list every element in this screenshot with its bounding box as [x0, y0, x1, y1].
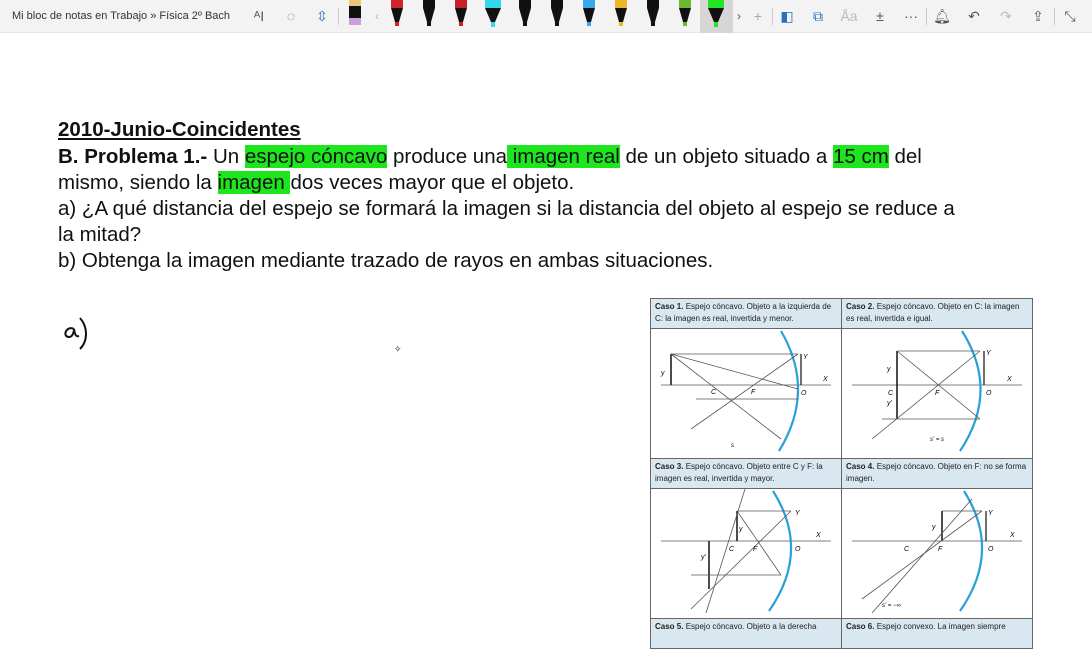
pen-3[interactable]	[419, 0, 439, 30]
svg-text:y: y	[738, 526, 743, 533]
text: de un objeto situado a	[619, 145, 833, 168]
lasso-select-icon[interactable]: ◌	[279, 5, 303, 27]
case-3-diagram: y y' Y X C F O	[650, 488, 842, 619]
svg-text:y': y'	[886, 400, 893, 407]
svg-text:X: X	[815, 532, 821, 539]
svg-text:Y: Y	[803, 354, 809, 361]
svg-text:y': y'	[700, 554, 707, 561]
svg-text:s' = s: s' = s	[930, 437, 944, 443]
pen-6[interactable]	[515, 0, 535, 30]
svg-text:F: F	[938, 546, 943, 553]
ink-to-shape-icon[interactable]: ◧	[775, 5, 799, 27]
highlight: imagen	[217, 171, 291, 194]
case-4-caption: Caso 4. Espejo cóncavo. Objeto en F: no …	[841, 458, 1033, 489]
svg-text:O: O	[988, 546, 994, 553]
pen-7[interactable]	[547, 0, 567, 30]
svg-text:C: C	[888, 390, 894, 397]
add-space-icon[interactable]: ⇳	[310, 5, 334, 27]
svg-text:s' = −∞: s' = −∞	[882, 603, 901, 609]
svg-text:O: O	[986, 390, 992, 397]
share-icon[interactable]: ⇪	[1026, 5, 1050, 27]
highlight: imagen real	[507, 145, 620, 168]
note-title: 2010-Junio-Coincidentes	[58, 118, 301, 141]
svg-text:F: F	[753, 546, 758, 553]
pen-4[interactable]	[451, 0, 471, 30]
text: dos veces mayor que el objeto.	[290, 171, 575, 194]
svg-text:O: O	[795, 546, 801, 553]
svg-text:y: y	[931, 524, 936, 531]
text: Un	[207, 145, 245, 168]
svg-text:C: C	[729, 546, 735, 553]
highlight: espejo cóncavo	[244, 145, 388, 168]
scroll-left-icon[interactable]: ‹	[365, 5, 389, 27]
case-4-diagram: y Y X C F O s' = −∞	[841, 488, 1033, 619]
text: mismo, siendo la	[58, 171, 218, 194]
svg-text:s: s	[731, 443, 734, 449]
svg-text:y: y	[886, 366, 891, 373]
pen-1[interactable]	[345, 0, 365, 30]
svg-text:Y: Y	[986, 350, 992, 357]
svg-text:Y: Y	[988, 510, 994, 517]
pen-9[interactable]	[611, 0, 631, 30]
pen-8[interactable]	[579, 0, 599, 30]
pen-5[interactable]	[483, 0, 503, 30]
case-2-diagram: y y' Y X C F O s' = s	[841, 328, 1033, 459]
ink-to-text-convert-icon[interactable]: Åa	[837, 5, 861, 27]
pen-2[interactable]	[387, 0, 407, 30]
note-line-3: a) ¿A qué distancia del espejo se formar…	[58, 197, 955, 220]
svg-text:F: F	[751, 389, 756, 396]
svg-text:O: O	[801, 390, 807, 397]
add-pen-icon[interactable]: +	[746, 5, 770, 27]
case-6-caption: Caso 6. Espejo convexo. La imagen siempr…	[841, 618, 1033, 649]
svg-text:y: y	[660, 370, 665, 377]
note-line-1: B. Problema 1.- Un espejo cóncavo produc…	[58, 144, 922, 170]
note-line-2: mismo, siendo la imagen dos veces mayor …	[58, 170, 574, 196]
cursor-icon: ✧	[394, 344, 402, 354]
text: produce una	[387, 145, 508, 168]
math-icon[interactable]: ±	[868, 5, 892, 27]
problem-label: B. Problema 1.-	[58, 145, 208, 168]
case-1-diagram: y Y X C F O s	[650, 328, 842, 459]
svg-text:F: F	[935, 390, 940, 397]
ink-replay-icon[interactable]: ⧉	[806, 5, 830, 27]
svg-text:C: C	[711, 389, 717, 396]
more-icon[interactable]: ···	[899, 5, 923, 27]
case-1-caption: Caso 1. Espejo cóncavo. Objeto a la izqu…	[650, 298, 842, 329]
svg-text:X: X	[1009, 532, 1015, 539]
case-5-caption: Caso 5. Espejo cóncavo. Objeto a la dere…	[650, 618, 842, 649]
pen-11[interactable]	[675, 0, 695, 30]
handwritten-ink[interactable]	[60, 315, 90, 356]
note-line-4: la mitad?	[58, 223, 142, 246]
pen-12[interactable]	[706, 0, 726, 30]
fullscreen-icon[interactable]: ⤡	[1058, 5, 1082, 27]
undo-icon[interactable]: ↶	[962, 5, 986, 27]
pen-10[interactable]	[643, 0, 663, 30]
ink-to-text-icon[interactable]: ᴬI	[247, 5, 271, 27]
ray-diagram-table: Caso 1. Espejo cóncavo. Objeto a la izqu…	[650, 298, 1033, 649]
redo-icon[interactable]: ↷	[994, 5, 1018, 27]
svg-text:X: X	[1006, 376, 1012, 383]
case-3-caption: Caso 3. Espejo cóncavo. Objeto entre C y…	[650, 458, 842, 489]
notifications-icon[interactable]: 🔔︎	[930, 5, 954, 27]
note-line-5: b) Obtenga la imagen mediante trazado de…	[58, 249, 714, 272]
toolbar: Mi bloc de notas en Trabajo » Física 2º …	[0, 0, 1092, 33]
svg-text:Y: Y	[795, 510, 801, 517]
text: del	[888, 145, 922, 168]
highlight: 15 cm	[832, 145, 889, 168]
case-2-caption: Caso 2. Espejo cóncavo. Objeto en C: la …	[841, 298, 1033, 329]
svg-text:X: X	[822, 376, 828, 383]
svg-text:C: C	[904, 546, 910, 553]
breadcrumb[interactable]: Mi bloc de notas en Trabajo » Física 2º …	[12, 10, 230, 22]
